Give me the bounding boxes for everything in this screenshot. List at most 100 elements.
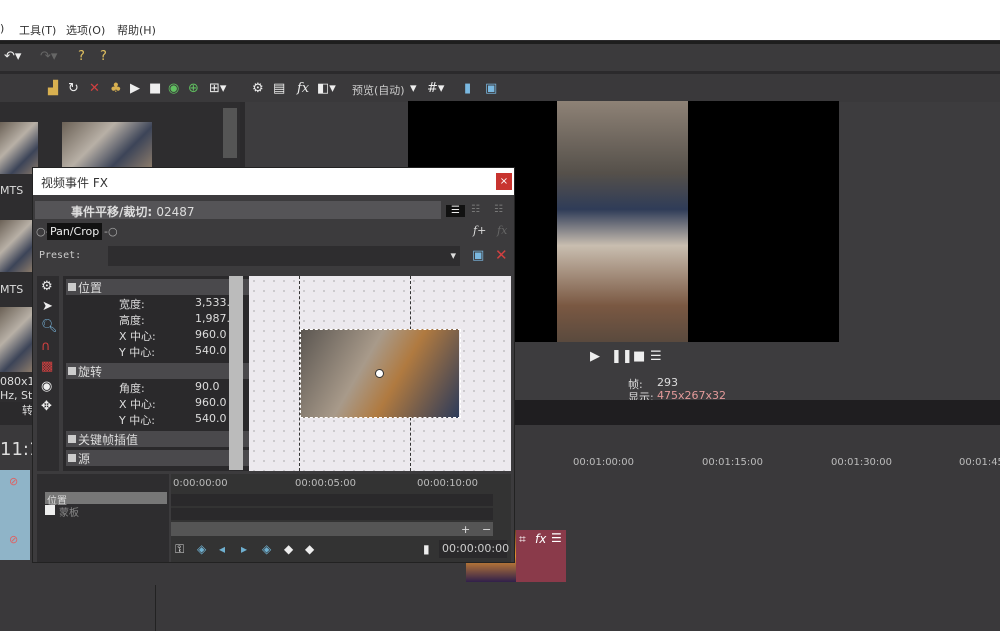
kf-time-field[interactable]: 00:00:00:00 (439, 540, 509, 558)
close-button[interactable]: × (496, 173, 512, 190)
video-event-selected[interactable]: ⌗ fx ☰ (516, 530, 566, 582)
move-icon[interactable]: ✥ (41, 400, 52, 413)
chain-id: 02487 (156, 205, 195, 219)
prop-label: 高度: (119, 314, 145, 327)
menu-bar: ) 工具(T) 选项(O) 帮助(H) (0, 0, 1000, 40)
whats-this-icon[interactable]: ? (78, 50, 85, 63)
kf-ruler-label: 0:00:00:00 (173, 478, 228, 489)
tool-strip: ⚙ ➤ 🔍︎ ∩ ▩ ◉ ✥ (37, 276, 59, 471)
mute-icon[interactable]: ⊘ (9, 533, 18, 546)
pointer-icon[interactable]: ➤ (42, 300, 53, 313)
pan-crop-canvas[interactable] (249, 276, 511, 471)
search-icon[interactable]: ⊕ (188, 82, 199, 95)
kf-track-mask: 蒙板 (59, 508, 79, 519)
timeline-ruler[interactable]: 00:01:00:00 00:01:15:00 00:01:30:00 00:0… (515, 455, 1000, 473)
menu-tools[interactable]: 工具(T) (19, 22, 56, 38)
play-icon[interactable]: ▶ (590, 350, 600, 363)
menu-options[interactable]: 选项(O) (66, 22, 105, 38)
snap-icon[interactable]: ∩ (41, 340, 51, 353)
media-fx-icon[interactable]: ♣ (110, 82, 122, 95)
grid-view-icon[interactable]: ☷ (471, 205, 480, 215)
fx-chain-header: 事件平移/裁切: 02487 (35, 201, 441, 219)
menu-icon[interactable]: ☰ (650, 350, 662, 363)
delete-preset-icon[interactable]: ✕ (495, 248, 508, 263)
stop-icon[interactable]: ■ (149, 82, 161, 95)
keyframe-timeline[interactable]: 0:00:00:00 00:00:05:00 00:00:10:00 + − ⚿… (171, 474, 511, 562)
prop-label: Y 中心: (119, 346, 155, 359)
prev-keyframe-icon[interactable]: ◂ (219, 542, 225, 556)
media-thumbnail[interactable] (0, 307, 32, 372)
crop-icon[interactable]: ⌗ (519, 532, 526, 547)
keyframe-track-list: 位置 蒙板 (37, 474, 169, 562)
prop-value[interactable]: 960.0 (195, 396, 227, 409)
properties-scrollbar[interactable] (229, 276, 243, 470)
save-snapshot-icon[interactable]: ▣ (485, 82, 497, 95)
prop-value[interactable]: 540.0 (195, 344, 227, 357)
first-keyframe-icon[interactable]: ◈ (197, 542, 206, 556)
prop-label: Y 中心: (119, 414, 155, 427)
zoom-icon[interactable]: 🔍︎ (41, 320, 58, 333)
add-keyframe-icon[interactable]: ◆ (284, 542, 293, 556)
delete-keyframe-icon[interactable]: ◆ (305, 542, 314, 556)
fx-icon[interactable]: fx (297, 82, 309, 95)
mask-checkbox[interactable] (45, 505, 55, 515)
grid-view-large-icon[interactable]: ☷ (494, 205, 503, 215)
kf-lane[interactable] (171, 508, 493, 520)
lock-aspect-icon[interactable]: ▩ (41, 360, 53, 373)
plugin-pan-crop[interactable]: Pan/Crop (47, 223, 103, 240)
media-thumbnail[interactable] (0, 220, 32, 272)
center-handle[interactable] (375, 369, 384, 378)
fx-icon[interactable]: fx (535, 532, 546, 546)
add-fx-icon[interactable]: f+ (473, 224, 486, 237)
menu-icon[interactable]: ☰ (551, 531, 562, 545)
play-icon[interactable]: ▶ (130, 82, 140, 95)
preset-select[interactable]: ▾ (108, 246, 460, 266)
save-preset-icon[interactable]: ▣ (472, 249, 484, 262)
last-keyframe-icon[interactable]: ◈ (262, 542, 271, 556)
preview-properties-icon[interactable]: ▤ (273, 82, 285, 95)
copy-snapshot-icon[interactable]: ▮ (464, 82, 471, 95)
undo-icon[interactable]: ↶▾ (4, 50, 21, 63)
lock-envelopes-icon[interactable]: ⚿ (175, 542, 184, 557)
preset-label: Preset: (39, 250, 82, 261)
ruler-tick-label: 00:01:45 (959, 457, 1000, 468)
menu-item-partial[interactable]: ) (0, 22, 4, 35)
stop-icon[interactable]: ■ (633, 350, 645, 363)
gear-icon[interactable]: ⚙ (252, 82, 264, 95)
kf-lane[interactable] (171, 494, 493, 506)
kf-horizontal-scrollbar[interactable] (171, 522, 493, 536)
kf-ruler-label: 00:00:05:00 (295, 478, 357, 489)
prop-value[interactable]: 90.0 (195, 380, 220, 393)
auto-preview-icon[interactable]: ◉ (168, 82, 179, 95)
pause-icon[interactable]: ❚❚ (611, 350, 633, 363)
prop-value[interactable]: 960.0 (195, 328, 227, 341)
prop-value[interactable]: 540.0 (195, 412, 227, 425)
mute-icon[interactable]: ⊘ (9, 475, 18, 488)
refresh-icon[interactable]: ↻ (68, 82, 79, 95)
gear-icon[interactable]: ⚙ (41, 280, 53, 293)
preview-quality-select[interactable]: 预览(自动) (352, 82, 405, 98)
import-icon[interactable]: ▟ (48, 82, 58, 95)
ruler-tick-label: 00:01:15:00 (702, 457, 764, 468)
chevron-down-icon[interactable]: ▾ (410, 82, 417, 95)
scale-about-center-icon[interactable]: ◉ (41, 380, 52, 393)
next-keyframe-icon[interactable]: ▸ (241, 542, 247, 556)
list-view-icon[interactable]: ☰ (446, 205, 465, 217)
views-icon[interactable]: ⊞▾ (209, 82, 226, 95)
zoom-in-icon[interactable]: + (461, 523, 470, 536)
zoom-out-icon[interactable]: − (482, 523, 491, 536)
redo-icon[interactable]: ↷▾ (40, 50, 57, 63)
menu-help[interactable]: 帮助(H) (117, 22, 156, 38)
chain-label: 事件平移/裁切: (71, 205, 153, 219)
scrollbar[interactable] (223, 108, 237, 158)
divider (155, 585, 156, 631)
media-thumbnail[interactable] (62, 122, 152, 167)
kf-track-position[interactable]: 位置 (45, 492, 167, 507)
grid-icon[interactable]: #▾ (427, 82, 444, 95)
sync-cursor-icon[interactable]: ▮ (423, 542, 430, 556)
help-icon[interactable]: ? (100, 50, 107, 63)
delete-icon[interactable]: ✕ (89, 82, 100, 95)
split-screen-icon[interactable]: ◧▾ (317, 82, 336, 95)
prop-label: 角度: (119, 382, 145, 395)
remove-fx-icon[interactable]: fx (497, 224, 507, 237)
